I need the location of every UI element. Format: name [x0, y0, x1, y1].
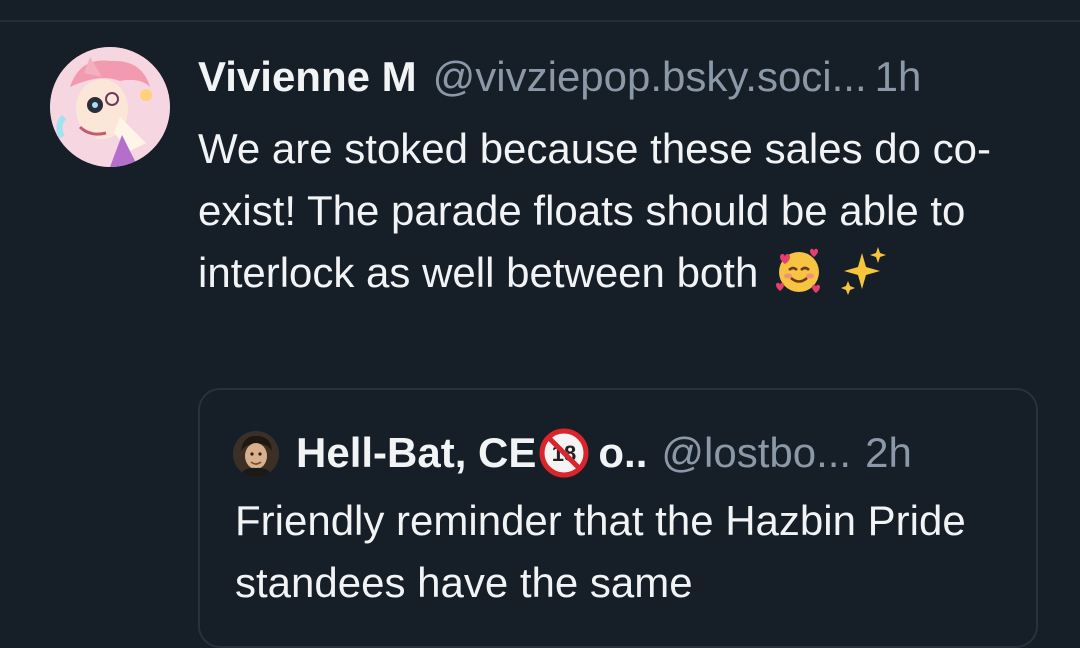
quoted-post-timestamp[interactable]: 2h [865, 428, 912, 478]
quoted-author-handle[interactable]: @lostbo... [661, 428, 851, 478]
quoted-post[interactable]: Hell-Bat, CE 18 o.. @lostbo... 2h Friend… [198, 388, 1038, 648]
user-photo-avatar-icon [233, 431, 279, 477]
illustrated-character-avatar-icon [50, 47, 170, 167]
author-handle[interactable]: @vivziepop.bsky.soci... [433, 52, 867, 102]
no-under-18-icon: 18 [538, 427, 590, 479]
sparkles-icon [840, 245, 886, 312]
smiling-face-with-hearts-icon [774, 245, 824, 312]
quoted-author-avatar[interactable] [233, 431, 279, 477]
post[interactable]: Vivienne M @vivziepop.bsky.soci... 1h We… [0, 0, 1080, 648]
post-text: We are stoked because these sales do co-… [198, 118, 1048, 312]
quoted-author-name[interactable]: Hell-Bat, CE [296, 428, 536, 478]
quoted-post-header: Hell-Bat, CE 18 o.. @lostbo... 2h [296, 428, 1026, 478]
quoted-author-name-suffix[interactable]: o.. [598, 428, 647, 478]
author-name[interactable]: Vivienne M [198, 52, 417, 102]
author-avatar[interactable] [50, 47, 170, 167]
post-header: Vivienne M @vivziepop.bsky.soci... 1h [198, 52, 1048, 102]
post-timestamp[interactable]: 1h [875, 52, 922, 102]
quoted-post-text: Friendly reminder that the Hazbin Pride … [235, 497, 966, 606]
